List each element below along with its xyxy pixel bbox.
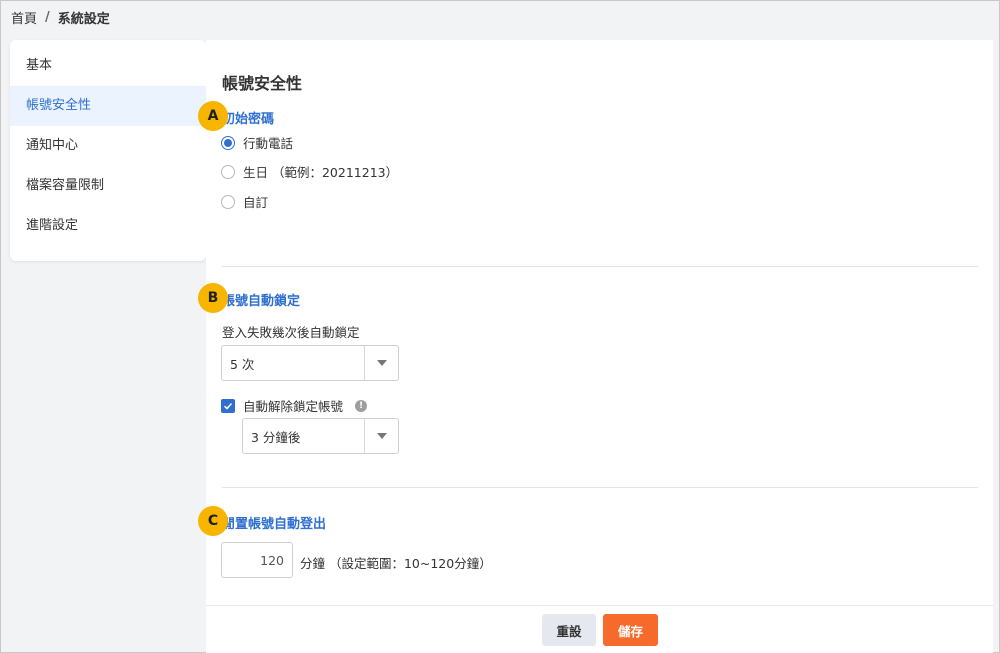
section-idle-logout-label: 閒置帳號自動登出 — [222, 517, 327, 532]
failed-attempts-label: 登入失敗幾次後自動鎖定 — [222, 325, 360, 340]
footer-divider — [206, 605, 993, 606]
chevron-down-icon — [376, 433, 387, 439]
radio-custom-control[interactable] — [221, 194, 235, 209]
unlock-after-dropdown-toggle[interactable] — [364, 419, 398, 453]
radio-custom[interactable]: 自訂 — [221, 192, 268, 211]
radio-birthday-control[interactable] — [221, 164, 235, 179]
settings-sidebar: 基本 帳號安全性 通知中心 檔案容量限制 進階設定 — [10, 40, 206, 261]
page-title: 帳號安全性 — [222, 74, 303, 93]
radio-birthday-label: 生日 （範例：20211213） — [243, 165, 399, 180]
breadcrumb: 首頁 / 系統設定 — [11, 8, 110, 27]
section-idle-logout-title: C 閒置帳號自動登出 — [198, 506, 327, 536]
save-button[interactable]: 儲存 — [603, 614, 658, 646]
section-initial-password-label: 初始密碼 — [222, 112, 275, 127]
breadcrumb-home[interactable]: 首頁 — [11, 8, 37, 27]
sidebar-item-account-security[interactable]: 帳號安全性 — [10, 86, 206, 126]
chevron-down-icon — [376, 360, 387, 366]
marker-b-badge: B — [198, 283, 228, 313]
section-initial-password-title: A 初始密碼 — [198, 101, 275, 131]
unlock-after-value: 3 分鐘後 — [251, 429, 301, 445]
sidebar-item-storage-limit[interactable]: 檔案容量限制 — [10, 166, 206, 206]
sidebar-item-basic[interactable]: 基本 — [10, 46, 206, 86]
failed-attempts-dropdown-toggle[interactable] — [364, 346, 398, 380]
section-auto-lock-label: 帳號自動鎖定 — [222, 294, 301, 309]
radio-custom-label: 自訂 — [243, 195, 269, 210]
check-icon — [223, 402, 233, 410]
radio-mobile-phone-control[interactable] — [221, 135, 235, 150]
radio-mobile-phone[interactable]: 行動電話 — [221, 133, 293, 152]
section-divider — [222, 487, 978, 488]
auto-unlock-label: 自動解除鎖定帳號 — [243, 399, 344, 414]
info-icon[interactable]: ! — [355, 399, 368, 412]
idle-minutes-unit-hint: 分鐘 （設定範圍：10~120分鐘） — [300, 556, 492, 571]
reset-button[interactable]: 重設 — [542, 614, 596, 646]
auto-unlock-checkbox[interactable] — [221, 398, 235, 413]
section-auto-lock-title: B 帳號自動鎖定 — [198, 283, 301, 313]
section-divider — [222, 266, 978, 267]
breadcrumb-separator: / — [45, 10, 50, 25]
auto-unlock-option[interactable]: 自動解除鎖定帳號 ! — [221, 396, 368, 415]
settings-panel: 帳號安全性 A 初始密碼 行動電話 生日 （範例：20211213） 自訂 B … — [198, 40, 993, 653]
unlock-after-select[interactable]: 3 分鐘後 — [242, 418, 399, 454]
marker-c-badge: C — [198, 506, 228, 536]
radio-birthday[interactable]: 生日 （範例：20211213） — [221, 162, 398, 181]
failed-attempts-value: 5 次 — [230, 356, 255, 372]
failed-attempts-select[interactable]: 5 次 — [221, 345, 399, 381]
sidebar-item-advanced[interactable]: 進階設定 — [10, 206, 206, 246]
marker-a-badge: A — [198, 101, 228, 131]
sidebar-item-notifications[interactable]: 通知中心 — [10, 126, 206, 166]
idle-minutes-input[interactable] — [221, 542, 293, 578]
breadcrumb-current: 系統設定 — [57, 12, 110, 27]
radio-mobile-phone-label: 行動電話 — [243, 136, 294, 151]
